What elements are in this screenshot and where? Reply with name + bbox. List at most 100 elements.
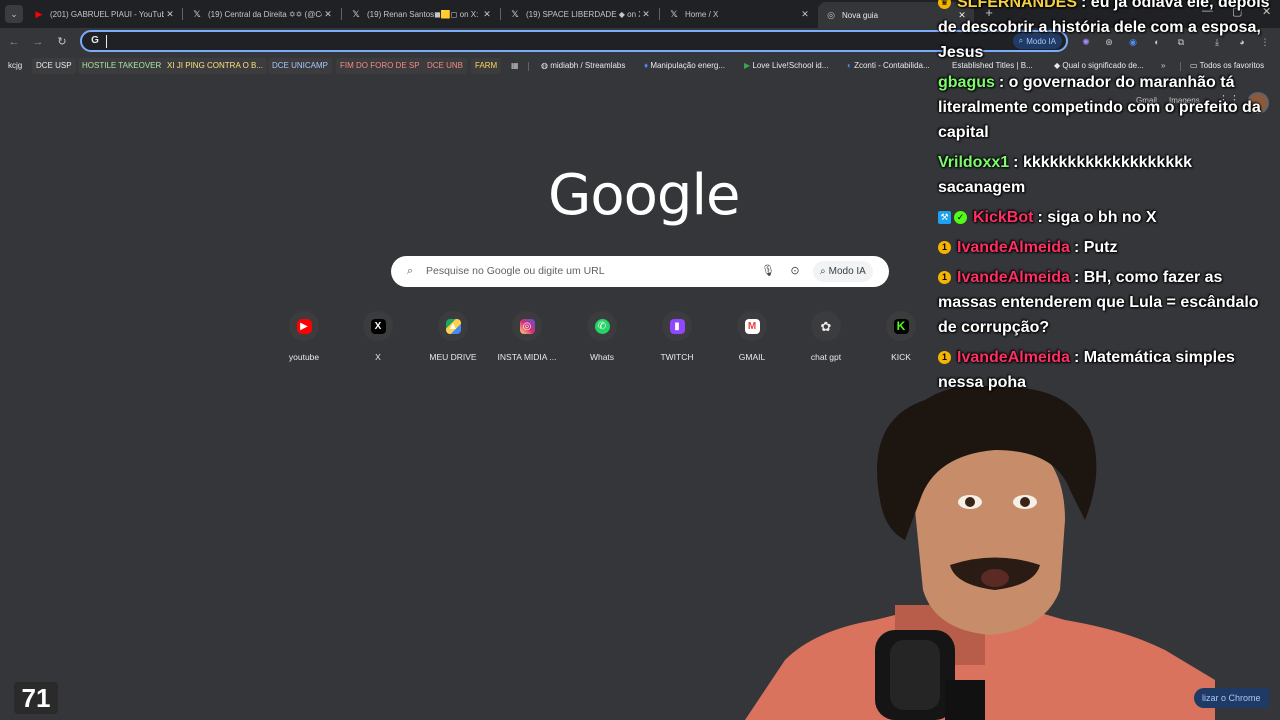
google-logo: Google [548,163,740,228]
microphone-icon[interactable]: 🎙 [761,264,775,278]
tab-separator [500,8,501,20]
bookmark-label: midiabh / Streamlabs [550,61,626,70]
text-caret [106,35,107,48]
search-placeholder: Pesquise no Google ou digite um URL [426,265,605,277]
bookmark-xi-ji-ping[interactable]: XI JI PING CONTRA O B... [163,58,268,74]
streamer-camera-feed [745,385,1215,720]
close-icon[interactable]: ✕ [322,9,334,20]
address-input[interactable] [108,33,992,51]
crown-badge-icon: ♛ [938,0,951,9]
bookmark-dce-usp[interactable]: DCE USP [32,58,76,74]
bookmark-love-live[interactable]: ▶ Love Live!School id... [740,58,832,74]
chat-message: 1 IvandeAlmeida: BH, como fazer as massas… [938,269,1259,336]
chat-username: KickBot [973,209,1034,226]
google-g-icon: G [91,35,99,46]
bookmark-dce-unb[interactable]: DCE UNB [423,58,468,74]
chat-username: gbagus [938,74,995,91]
bookmark-kcjg[interactable]: kcjg [4,58,26,74]
shortcut-tile: ▮ [662,311,692,341]
chat-message: ⚒ ✓ KickBot: siga o bh no X [938,205,1280,230]
youtube-icon: ▶ [296,318,312,334]
back-arrow-icon[interactable]: ← [6,34,22,50]
shortcut-youtube[interactable]: ▶ youtube [267,310,341,370]
modo-ia-button[interactable]: ⌕ Modo IA [813,261,873,282]
shortcut-tile: X [363,311,393,341]
drive-icon: ▲ [445,318,461,334]
bookmark-zconti[interactable]: ◐ Zconti - Contabilida... [843,58,934,74]
address-bar[interactable]: G ⌕ Modo IA [80,30,1068,52]
close-icon[interactable]: ✕ [164,9,176,20]
tab-search-menu-button[interactable]: ⌄ [5,5,23,23]
shortcut-insta-midia[interactable]: ◎ INSTA MIDIA ... [490,310,564,370]
bookmark-site-icon: ◐ [847,61,855,70]
customize-chrome-button[interactable]: lizar o Chrome [1194,688,1269,708]
apps-grid-icon[interactable]: ▦ [507,58,523,74]
bookmark-dce-unicamp[interactable]: DCE UNICAMP [268,58,333,74]
shortcut-twitch[interactable]: ▮ TWITCH [640,310,714,370]
tab-youtube[interactable]: ▶ (201) GABRUEL PIAUI - YouTube ✕ [26,4,182,24]
subscriber-badge-icon: 1 [938,271,951,284]
shortcut-chat-gpt[interactable]: ✿ chat gpt [789,310,863,370]
gmail-icon: M [744,318,760,334]
bookmark-farm[interactable]: FARM [471,58,502,74]
close-icon[interactable]: ✕ [481,9,493,20]
bot-badge-icon: ⚒ [938,211,951,224]
bookmark-fim-do-foro[interactable]: FIM DO FORO DE SP [336,58,424,74]
chat-username: IvandeAlmeida [957,269,1070,286]
reload-icon[interactable]: ↻ [54,34,70,50]
google-lens-icon[interactable]: ⊙ [788,264,802,278]
instagram-icon: ◎ [519,318,535,334]
x-icon: 𝕏 [352,8,360,19]
x-icon: 𝕏 [193,8,201,19]
bookmark-hostile-takeover[interactable]: HOSTILE TAKEOVER [78,58,166,74]
shortcut-gmail[interactable]: M GMAIL [715,310,789,370]
chat-message: 1 IvandeAlmeida: Matemática simples nessa… [938,349,1235,391]
subscriber-badge-icon: 1 [938,351,951,364]
chat-text: siga o bh no X [1047,209,1157,226]
close-icon[interactable]: ✕ [640,9,652,20]
tab-title: (19) Central da Direita ✡✡ (@Ce [208,9,322,19]
chat-text: Putz [1083,239,1118,256]
twitch-icon: ▮ [669,318,685,334]
shortcut-kick[interactable]: K KICK [864,310,938,370]
shortcut-label: youtube [288,352,320,362]
close-icon[interactable]: ✕ [799,9,811,20]
tab-home-x[interactable]: 𝕏 Home / X ✕ [661,4,817,24]
bookmark-midiabh-streamlabs[interactable]: ◍ midiabh / Streamlabs [537,58,629,74]
forward-arrow-icon[interactable]: → [30,34,46,50]
tab-title: (201) GABRUEL PIAUI - YouTube [50,9,164,19]
webcam-overlay [745,380,1280,720]
kick-icon: K [893,318,909,334]
shortcut-whats[interactable]: ✆ Whats [565,310,639,370]
shortcut-x[interactable]: X X [341,310,415,370]
tab-separator [182,8,183,20]
tab-title: Home / X [685,9,719,19]
chat-message: gbagus: o governador do maranhão tá lite… [938,74,1261,141]
bookmark-label: Manipulação energ... [650,61,726,70]
stream-chat-overlay: ♛ SLFERNANDES: eu já odiava ele, depois d… [938,0,1280,400]
shortcut-label: GMAIL [738,352,766,362]
modo-ia-label: Modo IA [828,266,866,277]
chat-username: IvandeAlmeida [957,349,1070,366]
whatsapp-icon: ✆ [594,318,610,334]
verified-badge-icon: ✓ [954,211,967,224]
shortcut-label: TWITCH [660,352,694,362]
shortcut-tile: ◎ [512,311,542,341]
chat-message: 1 IvandeAlmeida: Putz [938,235,1280,260]
bookmark-label: Love Live!School id... [752,61,829,70]
tab-renan-santos[interactable]: 𝕏 (19) Renan Santos◼🟨◻ on X: ✕ [343,4,499,24]
shortcut-tile: K [886,311,916,341]
bookmark-manipulacao[interactable]: ♦ Manipulação energ... [640,58,729,74]
tab-central-da-direita[interactable]: 𝕏 (19) Central da Direita ✡✡ (@Ce ✕ [184,4,340,24]
shortcut-label: MEU DRIVE [429,352,477,362]
bookmark-label: Zconti - Contabilida... [854,61,930,70]
ntp-search-box[interactable]: ⌕ Pesquise no Google ou digite um URL 🎙 … [391,256,889,287]
shortcut-label: INSTA MIDIA ... [497,352,557,362]
tab-space-liberdade[interactable]: 𝕏 (19) SPACE LIBERDADE ◆ on X: ✕ [502,4,658,24]
chat-username: IvandeAlmeida [957,239,1070,256]
shortcut-label: KICK [891,352,911,362]
shortcut-tile: ✿ [811,311,841,341]
x-icon: 𝕏 [670,8,678,19]
shortcut-meu-drive[interactable]: ▲ MEU DRIVE [416,310,490,370]
globe-icon: ◍ [541,61,551,70]
